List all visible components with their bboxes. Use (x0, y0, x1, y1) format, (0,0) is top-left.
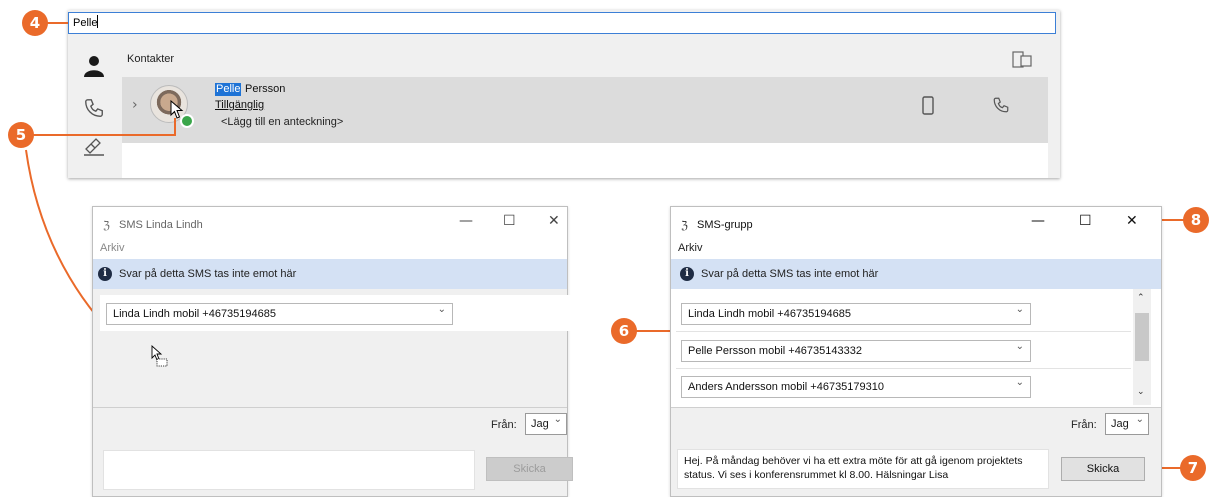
contact-note[interactable]: <Lägg till en anteckning> (221, 116, 343, 128)
maximize-button[interactable]: ☐ (503, 213, 516, 229)
recipient-select[interactable]: Linda Lindh mobil +46735194685 ⌄ (681, 303, 1031, 325)
search-input[interactable]: Pelle (68, 12, 1056, 34)
message-input[interactable]: Hej. På måndag behöver vi ha ett extra m… (677, 449, 1049, 489)
contact-status-link[interactable]: Tillgänglig (215, 99, 264, 111)
info-bar: i Svar på detta SMS tas inte emot här (671, 259, 1161, 289)
info-text: Svar på detta SMS tas inte emot här (701, 268, 879, 280)
recipient-select[interactable]: Linda Lindh mobil +46735194685 ⌄ (106, 303, 453, 325)
window-title: SMS-grupp (697, 219, 753, 231)
from-value: Jag (531, 418, 549, 430)
recipient-value: Linda Lindh mobil +46735194685 (113, 308, 277, 320)
drop-cursor-icon (151, 345, 168, 367)
callout-badge-6: 6 (611, 318, 637, 344)
send-button[interactable]: Skicka (486, 457, 573, 481)
from-select[interactable]: Jag ⌄ (1105, 413, 1149, 435)
send-button[interactable]: Skicka (1061, 457, 1145, 481)
maximize-button[interactable]: ☐ (1079, 213, 1092, 229)
callout-badge-8: 8 (1183, 207, 1209, 233)
from-select[interactable]: Jag ⌄ (525, 413, 567, 435)
scrollbar[interactable]: ⌃ ⌄ (1133, 289, 1151, 405)
recipient-select[interactable]: Anders Andersson mobil +46735179310 ⌄ (681, 376, 1031, 398)
recipient-select[interactable]: Pelle Persson mobil +46735143332 ⌄ (681, 340, 1031, 362)
window-title: SMS Linda Lindh (119, 219, 203, 231)
recipient-value: Pelle Persson mobil +46735143332 (688, 345, 862, 357)
scroll-down-icon[interactable]: ⌄ (1137, 387, 1145, 397)
from-label: Från: (491, 419, 517, 431)
info-text: Svar på detta SMS tas inte emot här (119, 268, 297, 280)
info-bar: i Svar på detta SMS tas inte emot här (93, 259, 567, 289)
scroll-up-icon[interactable]: ⌃ (1137, 293, 1145, 303)
message-input[interactable] (103, 450, 475, 490)
contact-list-area (122, 143, 1048, 178)
menu-arkiv[interactable]: Arkiv (678, 242, 702, 254)
recipient-area: Linda Lindh mobil +46735194685 ⌄ (93, 289, 572, 407)
from-label: Från: (1071, 419, 1097, 431)
scroll-thumb[interactable] (1135, 313, 1149, 361)
menu-arkiv[interactable]: Arkiv (100, 242, 124, 254)
svg-text:ℨ: ℨ (681, 219, 688, 231)
contact-last-name: Persson (245, 83, 286, 95)
recipient-value: Anders Andersson mobil +46735179310 (688, 381, 885, 393)
recipient-list: Linda Lindh mobil +46735194685 ⌄ Pelle Pe… (671, 289, 1161, 407)
callout-badge-7: 7 (1180, 455, 1206, 481)
sms-window-group: ℨ SMS-grupp — ☐ ✕ Arkiv i Svar på detta … (670, 206, 1162, 497)
close-button[interactable]: ✕ (548, 213, 560, 229)
contact-first-name: Pelle (215, 83, 242, 96)
close-button[interactable]: ✕ (1126, 213, 1138, 229)
info-icon: i (680, 267, 694, 281)
minimize-button[interactable]: — (1031, 213, 1045, 229)
mobile-icon[interactable] (920, 96, 936, 116)
recipient-value: Linda Lindh mobil +46735194685 (688, 308, 852, 320)
from-value: Jag (1111, 418, 1129, 430)
view-toggle-icon[interactable] (1012, 51, 1034, 69)
app-logo-icon: ℨ (103, 219, 110, 231)
sms-window-single: ℨ SMS Linda Lindh — ☐ ✕ Arkiv i Svar på … (92, 206, 573, 497)
app-logo-icon: ℨ (681, 219, 688, 231)
info-icon: i (98, 267, 112, 281)
call-phone-icon[interactable] (992, 96, 1012, 116)
minimize-button[interactable]: — (459, 213, 473, 229)
svg-text:ℨ: ℨ (103, 219, 110, 231)
